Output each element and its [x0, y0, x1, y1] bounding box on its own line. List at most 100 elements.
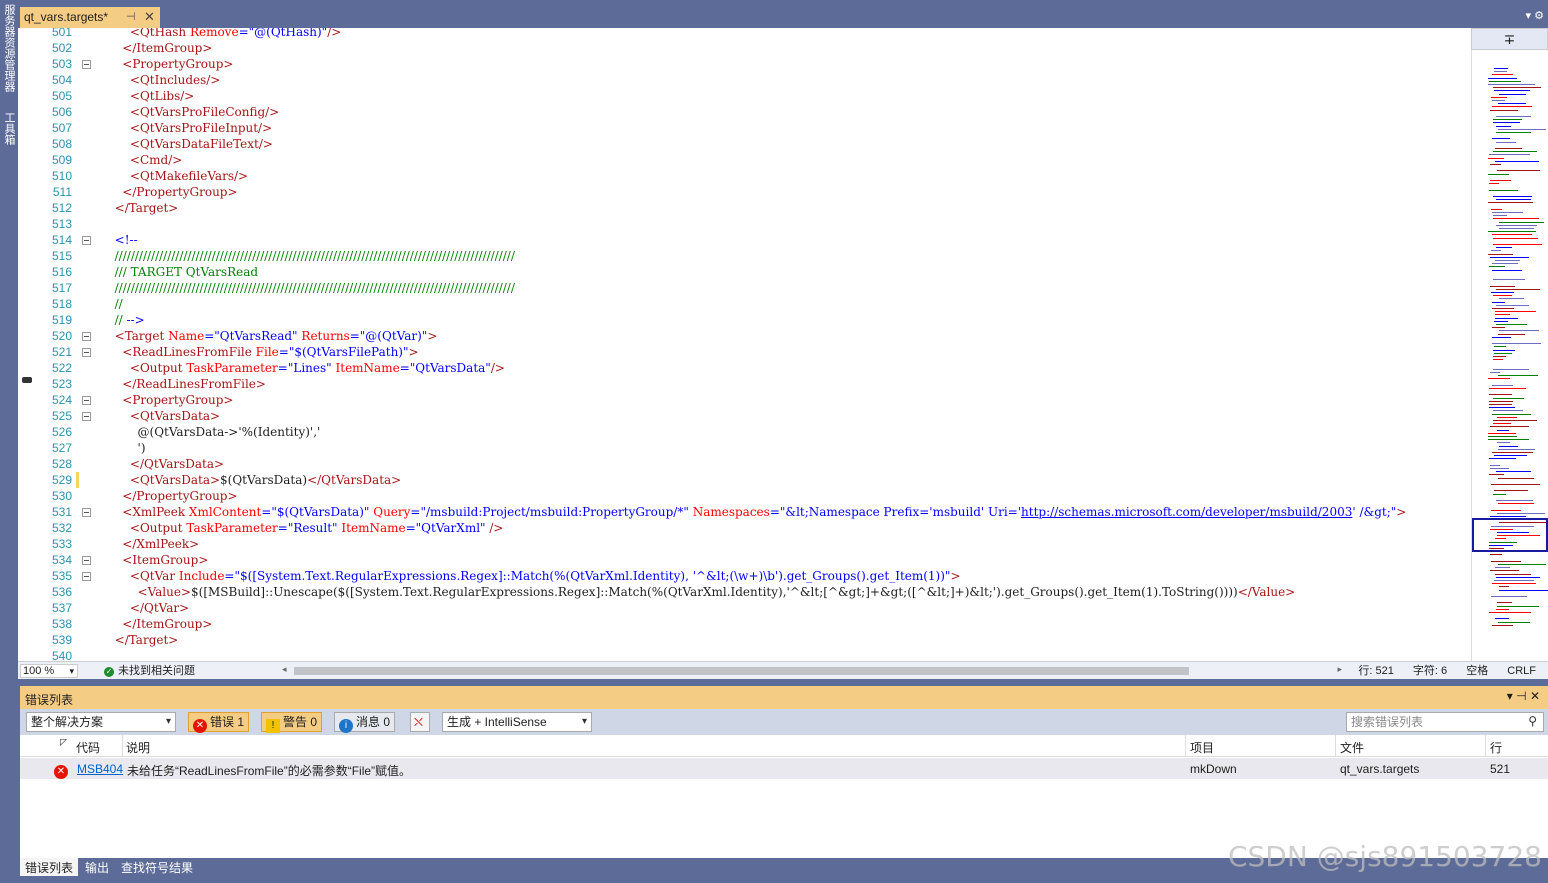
minimap-line — [1492, 327, 1505, 329]
collapse-icon[interactable] — [82, 572, 91, 581]
minimap-line — [1488, 378, 1510, 380]
minimap-line — [1498, 564, 1546, 565]
collapse-icon[interactable] — [82, 348, 91, 357]
code-line[interactable]: 524 <PropertyGroup> — [18, 392, 1471, 408]
code-line[interactable]: 503 <PropertyGroup> — [18, 56, 1471, 72]
close-icon[interactable]: ✕ — [144, 9, 155, 25]
column-separator — [1185, 735, 1186, 757]
collapse-icon[interactable] — [82, 396, 91, 405]
horizontal-scroll-thumb[interactable] — [294, 667, 1189, 675]
code-line[interactable]: 540 — [18, 648, 1471, 661]
minimap-line — [1496, 199, 1531, 201]
code-line[interactable]: 519 // --> — [18, 312, 1471, 328]
code-line[interactable]: 529 <QtVarsData>$(QtVarsData)</QtVarsDat… — [18, 472, 1471, 488]
code-line[interactable]: 522 <Output TaskParameter="Lines" ItemNa… — [18, 360, 1471, 376]
column-code[interactable]: 代码 — [76, 739, 100, 756]
tab-error-list[interactable]: 错误列表 — [20, 858, 79, 876]
code-line[interactable]: 523 </ReadLinesFromFile> — [18, 376, 1471, 392]
column-separator — [1485, 735, 1486, 757]
line-number: 505 — [51, 89, 72, 103]
code-line[interactable]: 515 ////////////////////////////////////… — [18, 248, 1471, 264]
column-description[interactable]: 说明 — [126, 739, 150, 756]
code-line[interactable]: 538 </ItemGroup> — [18, 616, 1471, 632]
code-line[interactable]: 506 <QtVarsProFileConfig/> — [18, 104, 1471, 120]
code-text: </ItemGroup> — [122, 41, 213, 55]
pin-icon[interactable]: ⊣ — [126, 10, 136, 23]
split-view-icon[interactable]: ∓ — [1471, 28, 1548, 50]
code-line[interactable]: 508 <QtVarsDataFileText/> — [18, 136, 1471, 152]
code-line[interactable]: 531 <XmlPeek XmlContent="$(QtVarsData)" … — [18, 504, 1471, 520]
panel-window-icons[interactable]: ▾ ⊣ ✕ — [1507, 689, 1540, 703]
tab-overflow-icons[interactable]: ▾ ⚙ — [1526, 9, 1544, 22]
code-line[interactable]: 504 <QtIncludes/> — [18, 72, 1471, 88]
build-intellisense-dropdown[interactable]: 生成 + IntelliSense — [442, 712, 592, 732]
code-line[interactable]: 511 </PropertyGroup> — [18, 184, 1471, 200]
code-line[interactable]: 532 <Output TaskParameter="Result" ItemN… — [18, 520, 1471, 536]
minimap-viewport[interactable] — [1472, 518, 1548, 552]
code-line[interactable]: 501 <QtHash Remove="@(QtHash)"/> — [18, 28, 1471, 40]
horizontal-scrollbar[interactable]: ◂ ▸ — [282, 664, 1342, 677]
collapse-icon[interactable] — [82, 508, 91, 517]
errors-filter-button[interactable]: ✕ 错误 1 — [188, 712, 250, 733]
doc-tab-qt-vars-targets[interactable]: qt_vars.targets* ⊣ ✕ — [20, 7, 160, 28]
zoom-dropdown[interactable]: 100 % ▾ — [20, 664, 78, 678]
eol-indicator[interactable]: CRLF — [1507, 665, 1536, 677]
code-line[interactable]: 502 </ItemGroup> — [18, 40, 1471, 56]
scroll-left-icon[interactable]: ◂ — [282, 664, 287, 675]
scroll-right-icon[interactable]: ▸ — [1337, 664, 1342, 675]
error-code-link[interactable]: MSB404 — [77, 762, 123, 776]
code-editor[interactable]: 501 <QtHash Remove="@(QtHash)"/> 502 </It… — [18, 28, 1471, 661]
code-line[interactable]: 517 ////////////////////////////////////… — [18, 280, 1471, 296]
code-line[interactable]: 513 — [18, 216, 1471, 232]
code-line[interactable]: 507 <QtVarsProFileInput/> — [18, 120, 1471, 136]
code-line[interactable]: 510 <QtMakefileVars/> — [18, 168, 1471, 184]
code-line[interactable]: 528 </QtVarsData> — [18, 456, 1471, 472]
line-number: 513 — [51, 217, 72, 231]
code-line[interactable]: 514 <!-- — [18, 232, 1471, 248]
clear-filter-button[interactable]: ⛌ — [410, 712, 430, 732]
code-line[interactable]: 520 <Target Name="QtVarsRead" Returns="@… — [18, 328, 1471, 344]
issues-indicator[interactable]: ✓ 未找到相关问题 — [104, 664, 195, 678]
line-number: 519 — [51, 313, 72, 327]
code-line[interactable]: 526 @(QtVarsData->'%(Identity)',' — [18, 424, 1471, 440]
collapse-icon[interactable] — [82, 332, 91, 341]
minimap-line — [1490, 464, 1500, 466]
minimap-line — [1493, 397, 1524, 399]
collapse-icon[interactable] — [82, 60, 91, 69]
code-line[interactable]: 533 </XmlPeek> — [18, 536, 1471, 552]
code-line[interactable]: 505 <QtLibs/> — [18, 88, 1471, 104]
code-line[interactable]: 516 /// TARGET QtVarsRead — [18, 264, 1471, 280]
error-row[interactable]: ✕ MSB404 未给任务“ReadLinesFromFile”的必需参数“Fi… — [20, 758, 1548, 779]
messages-filter-button[interactable]: i 消息 0 — [334, 712, 396, 733]
code-minimap-scrollbar[interactable] — [1471, 28, 1548, 661]
scope-dropdown[interactable]: 整个解决方案 — [26, 712, 176, 732]
sort-icon[interactable]: ◸ — [60, 737, 67, 748]
code-line[interactable]: 530 </PropertyGroup> — [18, 488, 1471, 504]
whitespace-indicator[interactable]: 空格 — [1466, 665, 1488, 677]
code-line[interactable]: 521 <ReadLinesFromFile File="$(QtVarsFil… — [18, 344, 1471, 360]
code-line[interactable]: 518 // — [18, 296, 1471, 312]
tab-output[interactable]: 输出 — [80, 858, 114, 876]
code-line[interactable]: 534 <ItemGroup> — [18, 552, 1471, 568]
code-line[interactable]: 512 </Target> — [18, 200, 1471, 216]
code-line[interactable]: 535 <QtVar Include="$([System.Text.Regul… — [18, 568, 1471, 584]
column-project[interactable]: 项目 — [1190, 739, 1214, 756]
column-line[interactable]: 行 — [1490, 739, 1502, 756]
code-line[interactable]: 527 ') — [18, 440, 1471, 456]
warnings-filter-button[interactable]: ! 警告 0 — [261, 712, 323, 733]
tab-find-symbol-results[interactable]: 查找符号结果 — [116, 858, 198, 876]
search-error-list-input[interactable]: 搜索错误列表 ⚲ — [1346, 712, 1544, 732]
code-line[interactable]: 525 <QtVarsData> — [18, 408, 1471, 424]
code-line[interactable]: 539 </Target> — [18, 632, 1471, 648]
collapse-icon[interactable] — [82, 236, 91, 245]
collapse-icon[interactable] — [82, 412, 91, 421]
minimap-line — [1490, 554, 1502, 556]
line-number: 535 — [51, 569, 72, 583]
server-explorer-tab[interactable]: 服务器资源管理器 — [1, 4, 17, 92]
toolbox-tab[interactable]: 工具箱 — [1, 112, 17, 145]
code-line[interactable]: 537 </QtVar> — [18, 600, 1471, 616]
code-line[interactable]: 536 <Value>$([MSBuild]::Unescape($([Syst… — [18, 584, 1471, 600]
column-file[interactable]: 文件 — [1340, 739, 1364, 756]
collapse-icon[interactable] — [82, 556, 91, 565]
code-line[interactable]: 509 <Cmd/> — [18, 152, 1471, 168]
